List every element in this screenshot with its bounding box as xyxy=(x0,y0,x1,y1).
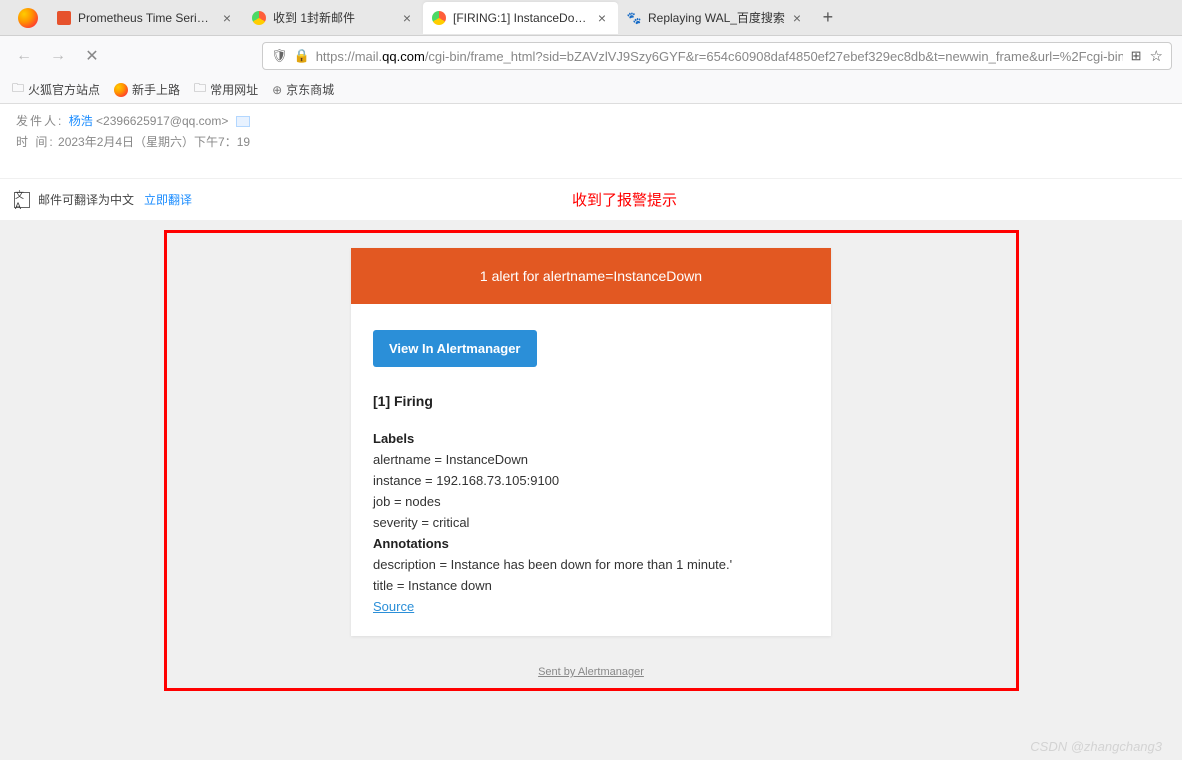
translate-text: 邮件可翻译为中文 xyxy=(38,191,134,208)
firefox-icon xyxy=(18,8,38,28)
url-input[interactable]: 🛡 🔒 https://mail.qq.com/cgi-bin/frame_ht… xyxy=(262,42,1172,70)
folder-icon: 🗀 xyxy=(194,79,206,100)
time-value: 2023年2月4日（星期六）下午7：19 xyxy=(58,135,250,149)
tab-prometheus[interactable]: Prometheus Time Series Colle × xyxy=(48,2,243,34)
label-alertname: alertname = InstanceDown xyxy=(373,452,809,467)
globe-icon: ⊕ xyxy=(272,83,282,97)
sender-label: 发件人: xyxy=(16,114,63,128)
baidu-icon: 🐾 xyxy=(626,10,642,26)
recipient-row xyxy=(16,154,1166,168)
lock-icon: 🔒 xyxy=(294,48,310,64)
mail-content: 1 alert for alertname=InstanceDown View … xyxy=(0,220,1182,760)
qq-mail-icon xyxy=(251,10,267,26)
bookmark-firefox-official[interactable]: 🗀 火狐官方站点 xyxy=(12,79,100,100)
annotation-text: 收到了报警提示 xyxy=(572,189,677,210)
tab-baidu-search[interactable]: 🐾 Replaying WAL_百度搜索 × xyxy=(618,2,813,34)
prometheus-icon xyxy=(56,10,72,26)
close-icon[interactable]: × xyxy=(594,10,610,26)
url-path: /cgi-bin/frame_html?sid=bZAVzlVJ9Szy6GYF… xyxy=(425,49,1123,64)
bookmarks-bar: 🗀 火狐官方站点 新手上路 🗀 常用网址 ⊕ 京东商城 xyxy=(0,76,1182,104)
forward-button[interactable]: → xyxy=(44,42,72,70)
translate-link[interactable]: 立即翻译 xyxy=(144,191,192,208)
bookmark-label: 新手上路 xyxy=(132,81,180,98)
tab-firing-alert[interactable]: [FIRING:1] InstanceDown (19 × xyxy=(423,2,618,34)
tab-title: Replaying WAL_百度搜索 xyxy=(648,9,785,26)
time-row: 时 间: 2023年2月4日（星期六）下午7：19 xyxy=(16,133,1166,150)
view-alertmanager-button[interactable]: View In Alertmanager xyxy=(373,330,537,367)
translate-bar: 文A 邮件可翻译为中文 立即翻译 收到了报警提示 xyxy=(0,178,1182,220)
bookmark-star-icon[interactable]: ☆ xyxy=(1150,47,1163,65)
label-instance: instance = 192.168.73.105:9100 xyxy=(373,473,809,488)
contact-card-icon[interactable] xyxy=(236,116,250,127)
annotation-description: description = Instance has been down for… xyxy=(373,557,809,572)
bookmark-jd[interactable]: ⊕ 京东商城 xyxy=(272,81,334,98)
label-severity: severity = critical xyxy=(373,515,809,530)
qq-mail-icon xyxy=(431,10,447,26)
sender-email: <2396625917@qq.com> xyxy=(96,114,228,128)
alert-header: 1 alert for alertname=InstanceDown xyxy=(351,248,831,304)
back-button[interactable]: ← xyxy=(10,42,38,70)
mail-header: 发件人: 杨浩 <2396625917@qq.com> 时 间: 2023年2月… xyxy=(0,104,1182,178)
url-text: https://mail.qq.com/cgi-bin/frame_html?s… xyxy=(316,49,1123,64)
close-icon[interactable]: × xyxy=(399,10,415,26)
folder-icon: 🗀 xyxy=(12,79,24,100)
bookmark-label: 常用网址 xyxy=(210,81,258,98)
bookmark-label: 京东商城 xyxy=(286,81,334,98)
bookmark-label: 火狐官方站点 xyxy=(28,81,100,98)
tab-inbox[interactable]: 收到 1封新邮件 × xyxy=(243,2,423,34)
firefox-icon xyxy=(114,83,128,97)
time-label: 时 间: xyxy=(16,135,55,149)
watermark: CSDN @zhangchang3 xyxy=(1030,739,1162,754)
address-bar: ← → ✕ 🛡 🔒 https://mail.qq.com/cgi-bin/fr… xyxy=(0,36,1182,76)
firefox-logo xyxy=(8,8,48,28)
alert-footer-link[interactable]: Sent by Alertmanager xyxy=(167,656,1016,688)
tab-bar: Prometheus Time Series Colle × 收到 1封新邮件 … xyxy=(0,0,1182,36)
bookmark-common-sites[interactable]: 🗀 常用网址 xyxy=(194,79,258,100)
url-actions: ⊞ ☆ xyxy=(1131,47,1163,65)
annotation-title: title = Instance down xyxy=(373,578,809,593)
annotation-border: 1 alert for alertname=InstanceDown View … xyxy=(164,230,1019,691)
source-link[interactable]: Source xyxy=(373,599,414,614)
alert-body: View In Alertmanager [1] Firing Labels a… xyxy=(351,304,831,636)
labels-heading: Labels xyxy=(373,431,809,446)
tab-title: 收到 1封新邮件 xyxy=(273,9,395,26)
sender-row: 发件人: 杨浩 <2396625917@qq.com> xyxy=(16,112,1166,129)
label-job: job = nodes xyxy=(373,494,809,509)
stop-button[interactable]: ✕ xyxy=(78,42,106,70)
alert-card: 1 alert for alertname=InstanceDown View … xyxy=(351,248,831,636)
bookmark-getting-started[interactable]: 新手上路 xyxy=(114,81,180,98)
qr-icon[interactable]: ⊞ xyxy=(1131,48,1142,64)
close-icon[interactable]: × xyxy=(789,10,805,26)
url-prefix: https://mail. xyxy=(316,49,382,64)
annotations-heading: Annotations xyxy=(373,536,809,551)
new-tab-button[interactable]: + xyxy=(813,3,843,33)
firing-heading: [1] Firing xyxy=(373,393,809,409)
tab-title: Prometheus Time Series Colle xyxy=(78,11,215,25)
close-icon[interactable]: × xyxy=(219,10,235,26)
url-domain: qq.com xyxy=(382,49,425,64)
tab-title: [FIRING:1] InstanceDown (19 xyxy=(453,11,590,25)
translate-icon: 文A xyxy=(14,192,30,208)
sender-name[interactable]: 杨浩 xyxy=(69,114,93,128)
shield-icon: 🛡 xyxy=(271,48,288,64)
